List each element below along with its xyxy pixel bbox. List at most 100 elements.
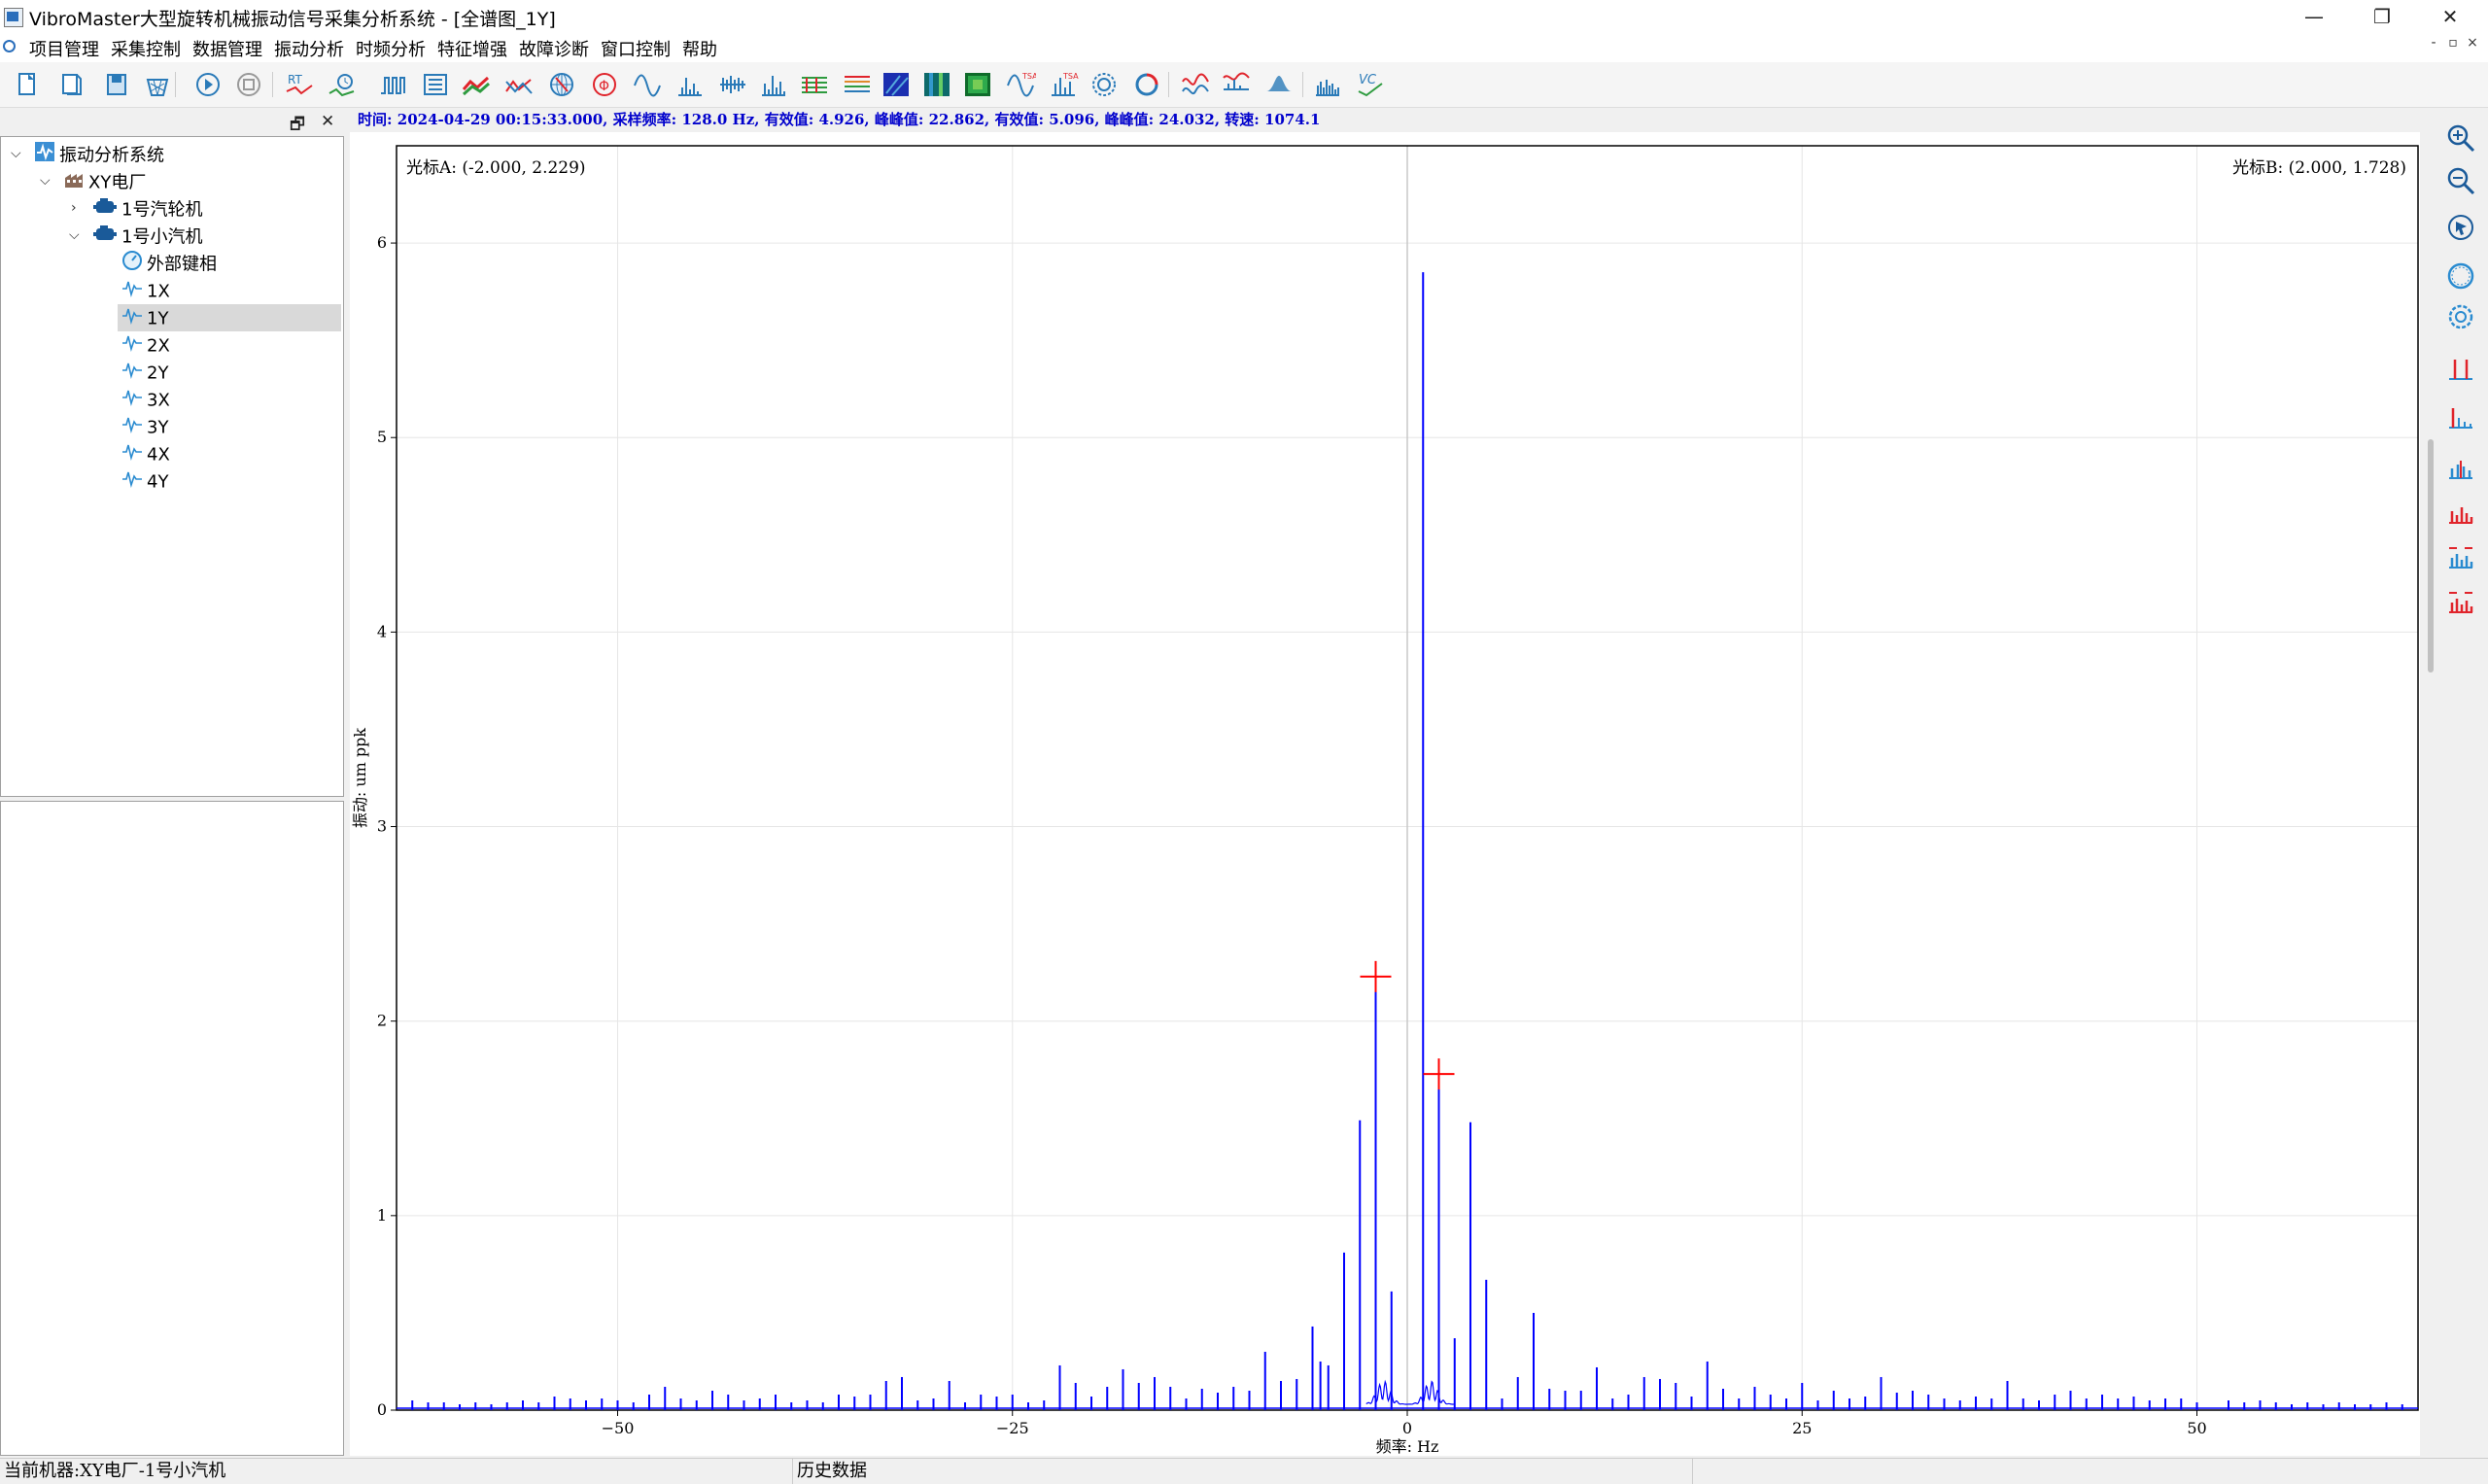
tree-plant-node[interactable]: XY电厂 [63, 168, 146, 195]
realtime-icon[interactable]: RT [284, 70, 315, 99]
tree-node-label: 4Y [147, 471, 169, 493]
minimize-button[interactable]: — [2280, 0, 2348, 33]
menu-item-5[interactable]: 特征增强 [437, 36, 507, 61]
spectrum-noise-cluster [1365, 1379, 1455, 1405]
new-file-icon[interactable] [12, 70, 43, 99]
menu-item-6[interactable]: 故障诊断 [519, 36, 589, 61]
tree-channel-4y[interactable]: 4Y [121, 467, 168, 495]
save-icon[interactable] [101, 70, 132, 99]
tree-channel-3x[interactable]: 3X [121, 386, 170, 413]
open-file-icon[interactable] [56, 70, 87, 99]
panel-close-button[interactable]: ✕ [321, 112, 334, 131]
pointer-icon[interactable] [2445, 212, 2476, 243]
menu-item-0[interactable]: 项目管理 [29, 36, 99, 61]
plant-icon [63, 168, 85, 198]
spectrogram3-icon[interactable] [962, 70, 993, 99]
tree-root-node[interactable]: 振动分析系统 [34, 141, 164, 168]
collapse-chevron-icon[interactable]: ⌵ [40, 173, 51, 189]
tree-machine-node[interactable]: 1号小汽机 [92, 223, 202, 250]
spectrogram2-icon[interactable] [921, 70, 952, 99]
scrollbar-thumb[interactable] [2428, 439, 2434, 673]
sine-icon[interactable] [632, 70, 663, 99]
tree-node-label: 1Y [147, 308, 169, 329]
tree-channel-2y[interactable]: 2Y [121, 359, 168, 386]
collapse-chevron-icon[interactable]: ⌵ [11, 146, 21, 161]
waterfall-icon[interactable] [799, 70, 830, 99]
x-tick-label: 25 [1792, 1419, 1812, 1437]
vertical-scrollbar[interactable] [2427, 109, 2435, 1458]
comb-icon[interactable] [717, 70, 748, 99]
tree-node-label: 1X [147, 281, 170, 302]
zoom-in-icon[interactable] [2445, 122, 2476, 154]
tree-machine-node[interactable]: 1号汽轮机 [92, 195, 202, 223]
collapse-chevron-icon[interactable]: ⌵ [69, 227, 80, 243]
time-wave-icon[interactable] [327, 70, 358, 99]
expand-chevron-icon[interactable]: › [71, 200, 77, 216]
full-spectrum-chart[interactable]: −50 −25 0 25 50 0 1 2 3 4 5 6 频率: Hz 振动: um ppk 光标A: (… [350, 132, 2420, 1456]
mdi-minimize-button[interactable]: - [2424, 35, 2443, 51]
close-button[interactable]: ✕ [2416, 0, 2484, 33]
y-tick-label: 2 [377, 1012, 387, 1030]
list-icon[interactable] [420, 70, 451, 99]
menu-item-1[interactable]: 采集控制 [111, 36, 181, 61]
tree-channel-3y[interactable]: 3Y [121, 413, 168, 440]
circle-icon[interactable] [2445, 260, 2476, 292]
tree-channel-[interactable]: 外部键相 [121, 250, 217, 277]
envelope-icon[interactable]: TSA [1048, 70, 1079, 99]
cursor-harmonic-icon[interactable] [2445, 400, 2476, 431]
play-icon[interactable] [192, 70, 224, 99]
x-tick-label: −50 [602, 1419, 635, 1437]
menu-item-4[interactable]: 时频分析 [356, 36, 426, 61]
tree-node-label: 1号小汽机 [121, 226, 203, 248]
phase-icon[interactable]: Φ [589, 70, 620, 99]
cascade-icon[interactable] [842, 70, 873, 99]
orbit-globe-icon[interactable] [546, 70, 577, 99]
tree-channel-1y[interactable]: 1Y [118, 304, 341, 331]
tree-node-label: 外部键相 [147, 254, 217, 275]
channel-wave-icon [121, 331, 143, 362]
channel-wave-icon [121, 440, 143, 470]
x-tick-label: 50 [2187, 1419, 2206, 1437]
cursor-single-icon[interactable] [2445, 352, 2476, 383]
mdi-restore-button[interactable]: ▫ [2443, 35, 2463, 51]
system-menu-icon[interactable] [3, 40, 16, 52]
measurement-info: 时间: 2024-04-29 00:15:33.000, 采样频率: 128.0… [358, 111, 1321, 128]
spectrogram-icon[interactable] [881, 70, 912, 99]
menu-item-3[interactable]: 振动分析 [274, 36, 344, 61]
x-tick-label: 0 [1402, 1419, 1412, 1437]
window-title: VibroMaster大型旋转机械振动信号采集分析系统 - [全谱图_1Y] [29, 9, 556, 30]
channel-wave-icon [121, 413, 143, 443]
trend2-icon[interactable] [503, 70, 535, 99]
spectrum-plot-area[interactable]: −50 −25 0 25 50 0 1 2 3 4 5 6 频率: Hz 振动: um ppk 光标A: (… [350, 132, 2420, 1456]
pulse-icon[interactable] [377, 70, 408, 99]
cursor-sideband-icon[interactable] [2445, 496, 2476, 527]
vc-icon[interactable]: VC [1355, 70, 1386, 99]
mdi-close-button[interactable]: × [2463, 35, 2482, 51]
wavelet-icon[interactable]: TSA [1005, 70, 1038, 99]
wave-filter-icon[interactable] [1180, 70, 1211, 99]
spectrum2-icon[interactable] [758, 70, 789, 99]
tree-channel-2x[interactable]: 2X [121, 331, 170, 359]
cursor-multi-icon[interactable] [2445, 451, 2476, 482]
cursor-band2-icon[interactable] [2445, 585, 2476, 616]
trend-icon[interactable] [461, 70, 492, 99]
settings-icon[interactable] [2445, 301, 2476, 332]
menu-item-7[interactable]: 窗口控制 [601, 36, 671, 61]
menu-item-8[interactable]: 帮助 [682, 36, 717, 61]
circle-orbit-icon[interactable] [1131, 70, 1162, 99]
tree-channel-4x[interactable]: 4X [121, 440, 170, 467]
zoom-out-icon[interactable] [2445, 165, 2476, 196]
stop-icon[interactable] [233, 70, 264, 99]
spectrum-icon[interactable] [674, 70, 706, 99]
polar-icon[interactable] [1088, 70, 1120, 99]
cursor-band-icon[interactable] [2445, 540, 2476, 571]
delete-basket-icon[interactable] [142, 70, 173, 99]
wave-compare-icon[interactable] [1221, 70, 1252, 99]
status-mode: 历史数据 [793, 1459, 1693, 1484]
bar-spectrum-icon[interactable] [1312, 70, 1343, 99]
menu-item-2[interactable]: 数据管理 [192, 36, 262, 61]
tree-channel-1x[interactable]: 1X [121, 277, 170, 304]
density-icon[interactable] [1263, 70, 1295, 99]
restore-button[interactable]: ❐ [2348, 0, 2416, 33]
tree-node-label: 3X [147, 390, 170, 411]
